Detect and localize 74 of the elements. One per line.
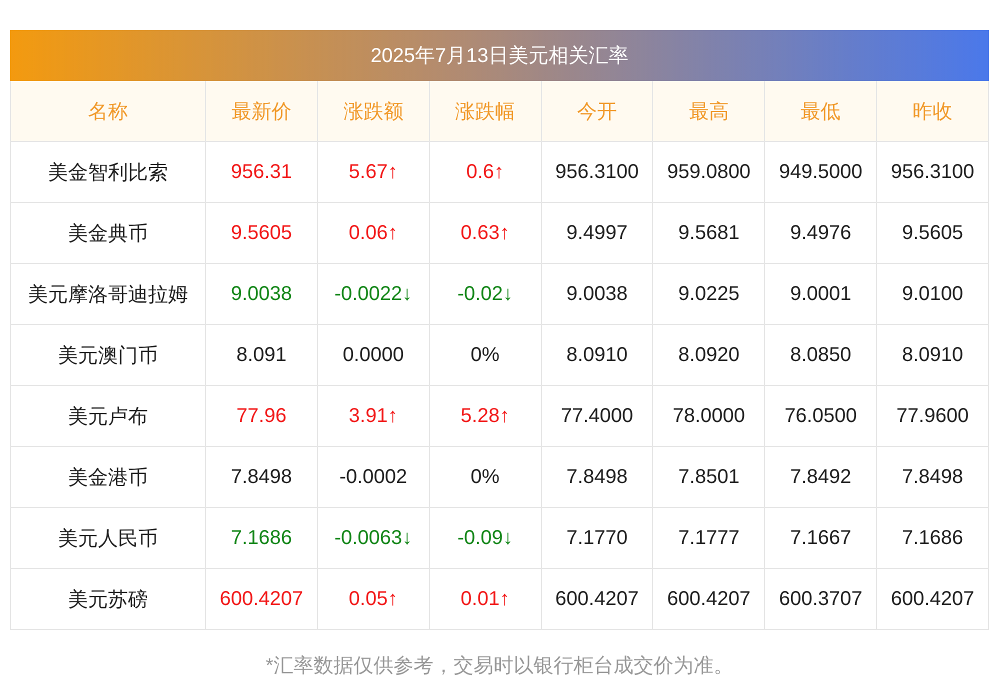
column-header: 今开: [542, 81, 654, 142]
table-cell: -0.0063↓: [318, 508, 430, 569]
table-cell: 9.0001: [765, 264, 878, 325]
table-cell: 600.4207: [877, 569, 989, 630]
table-cell: 7.1770: [542, 508, 654, 569]
table-cell: 8.0920: [653, 325, 766, 386]
table-cell: 959.0800: [653, 142, 766, 203]
table-cell: 9.0038: [542, 264, 654, 325]
table-cell: 600.4207: [206, 569, 318, 630]
table-cell: 7.8501: [653, 447, 766, 508]
table-cell: 9.0038: [206, 264, 318, 325]
table-cell: 美金典币: [11, 203, 206, 264]
table-cell: 8.0910: [877, 325, 989, 386]
table-cell: 美金智利比索: [11, 142, 206, 203]
table-cell: 8.0850: [765, 325, 878, 386]
table-cell: 7.1686: [877, 508, 989, 569]
table-cell: 8.0910: [542, 325, 654, 386]
table-cell: 8.091: [206, 325, 318, 386]
table-cell: 7.8498: [877, 447, 989, 508]
table-cell: -0.0002: [318, 447, 430, 508]
table-cell: 3.91↑: [318, 386, 430, 447]
table-cell: 9.0225: [653, 264, 766, 325]
table-cell: 0.01↑: [430, 569, 542, 630]
table-cell: -0.02↓: [430, 264, 542, 325]
column-header: 名称: [11, 81, 206, 142]
column-header: 最低: [765, 81, 878, 142]
table-cell: 9.5681: [653, 203, 766, 264]
table-cell: 9.5605: [206, 203, 318, 264]
table-cell: 77.9600: [877, 386, 989, 447]
column-header: 昨收: [877, 81, 989, 142]
table-cell: 0.63↑: [430, 203, 542, 264]
table-cell: 9.0100: [877, 264, 989, 325]
table-cell: 77.4000: [542, 386, 654, 447]
table-cell: 76.0500: [765, 386, 878, 447]
table-cell: 600.4207: [653, 569, 766, 630]
table-cell: 9.4976: [765, 203, 878, 264]
table-cell: -0.09↓: [430, 508, 542, 569]
table-cell: 美元摩洛哥迪拉姆: [11, 264, 206, 325]
column-header: 涨跌幅: [430, 81, 542, 142]
table-cell: 7.8498: [206, 447, 318, 508]
table-cell: 5.67↑: [318, 142, 430, 203]
table-cell: 美金港币: [11, 447, 206, 508]
table-cell: 600.3707: [765, 569, 878, 630]
table-cell: 5.28↑: [430, 386, 542, 447]
table-cell: 78.0000: [653, 386, 766, 447]
table-cell: 美元人民币: [11, 508, 206, 569]
table-cell: 美元卢布: [11, 386, 206, 447]
table-cell: 956.3100: [877, 142, 989, 203]
table-cell: 0.0000: [318, 325, 430, 386]
table-cell: 0%: [430, 325, 542, 386]
table-cell: 949.5000: [765, 142, 878, 203]
table-cell: 7.1667: [765, 508, 878, 569]
table-cell: 7.1686: [206, 508, 318, 569]
table-title: 2025年7月13日美元相关汇率: [10, 30, 989, 81]
table-cell: 7.8492: [765, 447, 878, 508]
table-cell: 0.05↑: [318, 569, 430, 630]
table-cell: 美元苏磅: [11, 569, 206, 630]
table-cell: 9.5605: [877, 203, 989, 264]
table-cell: 77.96: [206, 386, 318, 447]
table-cell: 956.31: [206, 142, 318, 203]
column-header: 涨跌额: [318, 81, 430, 142]
table-cell: 美元澳门币: [11, 325, 206, 386]
table-cell: 0%: [430, 447, 542, 508]
table-cell: 0.6↑: [430, 142, 542, 203]
table-cell: 600.4207: [542, 569, 654, 630]
table-cell: 7.8498: [542, 447, 654, 508]
footnote: *汇率数据仅供参考，交易时以银行柜台成交价为准。: [264, 654, 734, 679]
table-cell: -0.0022↓: [318, 264, 430, 325]
table-cell: 0.06↑: [318, 203, 430, 264]
table-cell: 956.3100: [542, 142, 654, 203]
table-cell: 7.1777: [653, 508, 766, 569]
column-header: 最高: [653, 81, 766, 142]
table-cell: 9.4997: [542, 203, 654, 264]
column-header: 最新价: [206, 81, 318, 142]
